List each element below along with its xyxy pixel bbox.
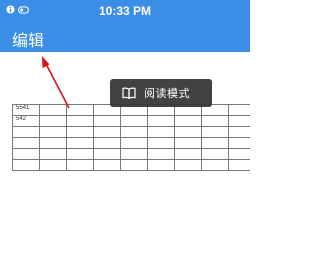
table-row-line [12,126,250,127]
status-bar: 10:33 PM [0,0,250,22]
table-column-line [120,104,121,171]
nav-bar: 编辑 [0,22,250,52]
table-row-line [12,115,250,116]
table-row-line [12,148,250,149]
reading-mode-toast[interactable]: 阅读模式 [110,79,212,107]
table-row-line [12,170,250,171]
table-column-line [66,104,67,171]
table-row-line [12,159,250,160]
table-column-line [174,104,175,171]
table-column-line [39,104,40,171]
spreadsheet-table[interactable]: 5541 542 [0,104,250,172]
book-icon [122,87,144,99]
table-column-line [93,104,94,171]
table-cell[interactable]: 542 [16,116,26,122]
nav-title[interactable]: 编辑 [12,27,44,51]
toast-label: 阅读模式 [144,87,190,100]
table-column-line [12,104,13,171]
table-column-line [201,104,202,171]
table-column-line [228,104,229,171]
table-column-line [147,104,148,171]
table-row-line [12,137,250,138]
status-time: 10:33 PM [98,4,152,18]
table-cell[interactable]: 5541 [16,105,29,111]
